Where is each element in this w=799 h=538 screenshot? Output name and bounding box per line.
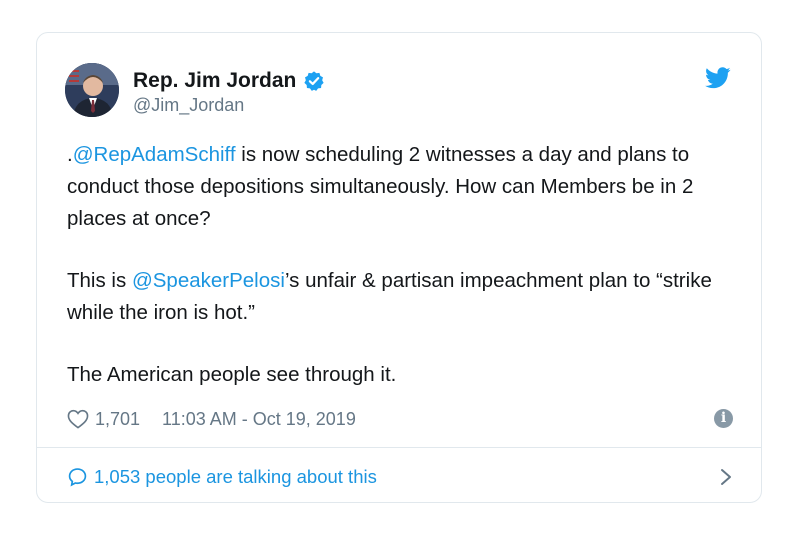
like-count[interactable]: 1,701 <box>95 409 140 430</box>
tweet-text: .@RepAdamSchiff is now scheduling 2 witn… <box>67 139 739 421</box>
author-handle[interactable]: @Jim_Jordan <box>133 95 244 116</box>
tweet-timestamp[interactable]: 11:03 AM - Oct 19, 2019 <box>162 409 356 430</box>
conversation-link[interactable]: 1,053 people are talking about this <box>67 465 733 489</box>
tweet-paragraph-2: This is @SpeakerPelosi’s unfair & partis… <box>67 265 739 329</box>
paragraph-2-prefix: This is <box>67 269 132 292</box>
speech-bubble-icon <box>68 468 87 487</box>
verified-badge-icon <box>304 71 325 91</box>
chevron-right-icon[interactable] <box>719 467 733 487</box>
mention-repadamschiff[interactable]: @RepAdamSchiff <box>73 143 236 166</box>
author-display-name[interactable]: Rep. Jim Jordan <box>133 69 296 93</box>
author-name-row[interactable]: Rep. Jim Jordan <box>133 69 325 93</box>
divider <box>37 447 761 448</box>
tweet-paragraph-3: The American people see through it. <box>67 363 397 386</box>
tweet-card: Rep. Jim Jordan @Jim_Jordan .@RepAdamSch… <box>36 32 762 503</box>
heart-icon[interactable] <box>67 409 89 429</box>
tweet-meta-row: 1,701 11:03 AM - Oct 19, 2019 i <box>67 407 733 431</box>
mention-speakerpelosi[interactable]: @SpeakerPelosi <box>132 269 285 292</box>
conversation-count-text[interactable]: 1,053 people are talking about this <box>94 466 377 488</box>
avatar[interactable] <box>65 63 119 117</box>
tweet-paragraph-1: .@RepAdamSchiff is now scheduling 2 witn… <box>67 139 739 235</box>
twitter-bird-icon[interactable] <box>705 67 731 89</box>
avatar-image <box>65 63 119 117</box>
info-icon[interactable]: i <box>714 409 733 428</box>
